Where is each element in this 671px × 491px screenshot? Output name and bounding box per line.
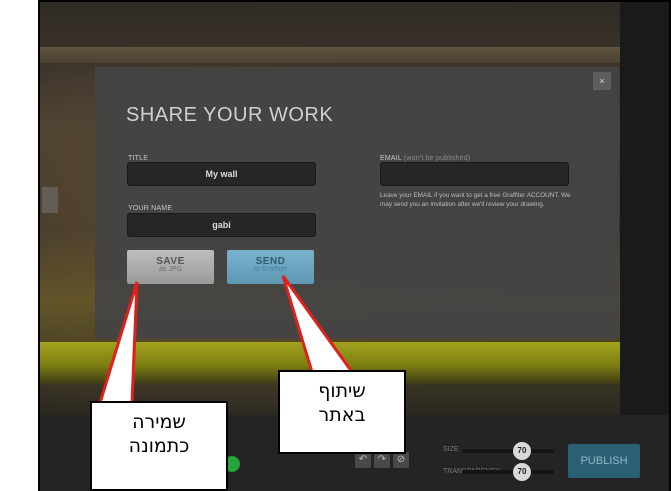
transparency-slider-knob[interactable]: 70 [513,463,531,481]
save-button-label: SAVE [156,256,185,267]
dialog-title: SHARE YOUR WORK [126,104,334,126]
send-callout-line1: שיתוף [318,380,366,402]
share-dialog: × SHARE YOUR WORK TITLE My wall YOUR NAM… [95,67,619,339]
background-sign [42,187,58,213]
name-label: YOUR NAME [128,205,173,212]
send-callout: שיתוף באתר [278,370,406,454]
transparency-slider-track[interactable] [462,470,554,474]
email-label-note: (won't be published) [403,155,471,162]
save-callout: שמירה כתמונה [90,401,228,491]
save-button-sublabel: as JPG [159,266,182,273]
save-button[interactable]: SAVE as JPG [127,250,214,284]
email-input[interactable] [380,162,569,186]
save-callout-line1: שמירה [132,411,186,433]
size-label: SIZE [443,446,459,453]
background-stripe [40,47,620,63]
undo-icon[interactable]: ↶ [355,452,371,468]
redo-icon[interactable]: ↷ [374,452,390,468]
send-callout-line2: באתר [318,404,366,426]
send-button-label: SEND [255,256,286,267]
reset-icon[interactable]: ⊘ [393,452,409,468]
email-label: EMAIL (won't be published) [380,155,470,162]
email-label-text: EMAIL [380,155,402,162]
close-icon[interactable]: × [593,72,611,90]
publish-button[interactable]: PUBLISH [568,444,640,478]
size-slider-knob[interactable]: 70 [513,442,531,460]
save-callout-line2: כתמונה [128,435,190,457]
size-slider-track[interactable] [462,449,554,453]
send-button[interactable]: SEND to Graffiter [227,250,314,284]
title-input[interactable]: My wall [127,162,316,186]
name-input[interactable]: gabi [127,213,316,237]
send-button-sublabel: to Graffiter [254,266,287,273]
email-hint: Leave your EMAIL if you want to get a fr… [380,192,571,209]
title-label: TITLE [128,155,149,162]
